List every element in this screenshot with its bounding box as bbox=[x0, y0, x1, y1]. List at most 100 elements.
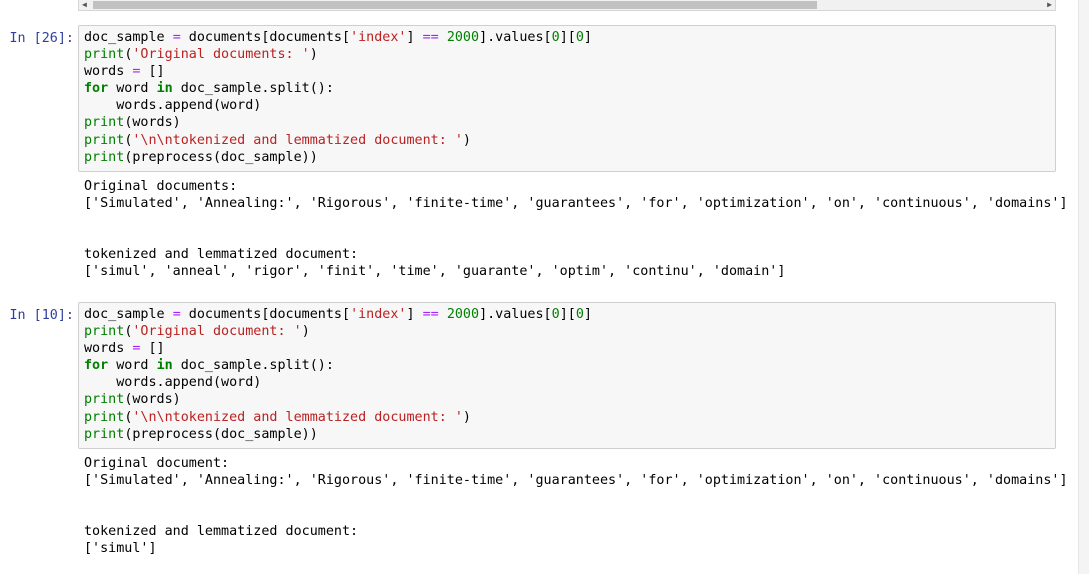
code-token: in bbox=[156, 81, 173, 97]
code-line[interactable]: words.append(word) bbox=[84, 374, 1050, 391]
code-token: print bbox=[84, 392, 125, 408]
code-token: (preprocess(doc_sample)) bbox=[124, 149, 318, 165]
code-line[interactable]: print(words) bbox=[84, 391, 1050, 408]
code-line[interactable]: words.append(word) bbox=[84, 97, 1050, 114]
cell-prompt: In [26]: bbox=[9, 31, 75, 46]
code-token: print bbox=[84, 132, 125, 148]
code-token: [] bbox=[140, 341, 165, 357]
code-token: word bbox=[108, 81, 157, 97]
code-line[interactable]: print('Original document: ') bbox=[84, 323, 1050, 340]
scroll-right-arrow-icon[interactable]: ▶ bbox=[1047, 0, 1052, 10]
horizontal-scrollbar-thumb[interactable] bbox=[93, 1, 817, 9]
output-line: Original document: bbox=[84, 456, 230, 471]
code-line[interactable]: words = [] bbox=[84, 63, 1050, 80]
code-line[interactable]: for word in doc_sample.split(): bbox=[84, 80, 1050, 97]
code-token: 2000 bbox=[446, 30, 480, 45]
code-line[interactable]: words = [] bbox=[84, 340, 1050, 357]
code-line[interactable]: print(words) bbox=[84, 114, 1050, 131]
code-line[interactable]: print(preprocess(doc_sample)) bbox=[84, 426, 1050, 443]
horizontal-scrollbar[interactable]: ◀ ▶ bbox=[78, 0, 1056, 11]
code-token: for bbox=[84, 81, 109, 97]
code-token: ) bbox=[462, 409, 471, 425]
code-token: ][ bbox=[559, 307, 576, 322]
code-token: ) bbox=[309, 47, 318, 63]
code-editor[interactable]: doc_sample = documents[documents['index'… bbox=[84, 29, 1050, 166]
vertical-scrollbar[interactable] bbox=[1078, 0, 1089, 574]
code-token: ] bbox=[406, 307, 423, 322]
code-token: doc_sample bbox=[84, 307, 173, 322]
code-token: print bbox=[84, 149, 125, 165]
code-token: ] bbox=[406, 30, 423, 45]
output-line: ['simul'] bbox=[84, 541, 157, 556]
code-token: 'index' bbox=[350, 307, 407, 322]
code-token: print bbox=[84, 409, 125, 425]
code-line[interactable]: print(preprocess(doc_sample)) bbox=[84, 149, 1050, 166]
code-token: words bbox=[84, 64, 133, 80]
code-token: documents[documents[ bbox=[180, 30, 351, 45]
cell-output: Original documents: ['Simulated', 'Anneal… bbox=[84, 178, 1068, 280]
output-line: ['Simulated', 'Annealing:', 'Rigorous', … bbox=[84, 473, 1068, 488]
code-token: == bbox=[422, 307, 439, 322]
code-line[interactable]: print('\n\ntokenized and lemmatized docu… bbox=[84, 132, 1050, 149]
code-token: (words) bbox=[124, 392, 181, 408]
cell-output: Original document: ['Simulated', 'Anneali… bbox=[84, 455, 1068, 557]
code-token: = bbox=[172, 307, 181, 322]
code-token: ].values[ bbox=[479, 30, 552, 45]
code-token: words.append(word) bbox=[84, 98, 262, 114]
code-cell[interactable]: In [26]: doc_sample = documents[document… bbox=[0, 25, 1079, 288]
code-token: 0 bbox=[575, 30, 584, 45]
scroll-left-arrow-icon[interactable]: ◀ bbox=[82, 0, 87, 10]
code-token: 0 bbox=[575, 307, 584, 322]
code-token: (words) bbox=[124, 115, 181, 131]
code-token: in bbox=[156, 358, 173, 374]
code-token: [] bbox=[140, 64, 165, 80]
code-token: print bbox=[84, 324, 125, 340]
code-token: == bbox=[422, 30, 439, 45]
code-token: ) bbox=[462, 132, 471, 148]
output-line: tokenized and lemmatized document: bbox=[84, 247, 359, 262]
output-line: ['simul', 'anneal', 'rigor', 'finit', 't… bbox=[84, 264, 786, 279]
code-token: word bbox=[108, 358, 157, 374]
output-text: Original documents: ['Simulated', 'Anneal… bbox=[84, 178, 1068, 280]
code-token: doc_sample.split(): bbox=[172, 358, 334, 374]
code-input-area[interactable]: doc_sample = documents[documents['index'… bbox=[78, 302, 1056, 449]
code-line[interactable]: for word in doc_sample.split(): bbox=[84, 357, 1050, 374]
output-line: Original documents: bbox=[84, 179, 238, 194]
code-token: ].values[ bbox=[479, 307, 552, 322]
output-text: Original document: ['Simulated', 'Anneali… bbox=[84, 455, 1068, 557]
code-token: doc_sample bbox=[84, 30, 173, 45]
code-token: 0 bbox=[551, 30, 560, 45]
code-token: print bbox=[84, 115, 125, 131]
code-token: documents[documents[ bbox=[180, 307, 351, 322]
code-token: (preprocess(doc_sample)) bbox=[124, 426, 318, 442]
code-editor[interactable]: doc_sample = documents[documents['index'… bbox=[84, 306, 1050, 443]
code-token: words.append(word) bbox=[84, 375, 262, 391]
code-token: ) bbox=[301, 324, 310, 340]
output-line: ['Simulated', 'Annealing:', 'Rigorous', … bbox=[84, 196, 1068, 211]
code-line[interactable]: doc_sample = documents[documents['index'… bbox=[84, 29, 1050, 46]
code-token: 0 bbox=[551, 307, 560, 322]
code-token: print bbox=[84, 426, 125, 442]
code-line[interactable]: print('Original documents: ') bbox=[84, 46, 1050, 63]
cell-prompt: In [10]: bbox=[9, 308, 75, 323]
code-input-area[interactable]: doc_sample = documents[documents['index'… bbox=[78, 25, 1056, 172]
code-token: ] bbox=[583, 307, 592, 322]
code-token: = bbox=[172, 30, 181, 45]
code-cell[interactable]: In [10]: doc_sample = documents[document… bbox=[0, 302, 1079, 565]
output-line: tokenized and lemmatized document: bbox=[84, 524, 359, 539]
code-token: 2000 bbox=[446, 307, 480, 322]
code-token: '\n\ntokenized and lemmatized document: … bbox=[132, 132, 463, 148]
code-token: 'Original documents: ' bbox=[132, 47, 310, 63]
code-line[interactable]: doc_sample = documents[documents['index'… bbox=[84, 306, 1050, 323]
code-line[interactable]: print('\n\ntokenized and lemmatized docu… bbox=[84, 409, 1050, 426]
code-token: for bbox=[84, 358, 109, 374]
code-token: ][ bbox=[559, 30, 576, 45]
code-token: 'index' bbox=[350, 30, 407, 45]
code-token: '\n\ntokenized and lemmatized document: … bbox=[132, 409, 463, 425]
